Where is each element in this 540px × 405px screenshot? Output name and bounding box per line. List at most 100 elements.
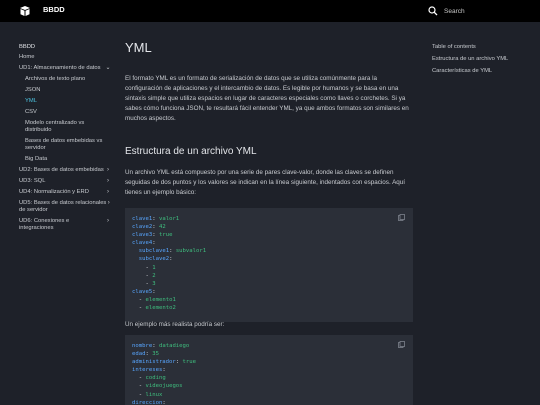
code-value: elemento1	[145, 296, 176, 303]
code-key: clave3	[132, 232, 153, 239]
code-value: coding	[145, 375, 166, 382]
sidebar-list: Home UD1: Almacenamiento de datos ⌄ Archivo…	[19, 54, 111, 236]
code-value: datadiego	[158, 343, 190, 349]
code-sep: :	[152, 224, 159, 231]
sidebar-item[interactable]: UD5: Bases de datos relacionales de serv…	[19, 200, 111, 214]
code-sep: :	[152, 240, 156, 247]
code-sep: :	[175, 359, 183, 366]
code-line: - linux	[132, 391, 413, 399]
sidebar-item[interactable]: UD3: SQL ›	[19, 178, 111, 185]
sidebar-item[interactable]: YML	[19, 98, 111, 105]
top-header: BBDD	[0, 0, 540, 22]
chevron-right-icon[interactable]: ›	[107, 200, 111, 207]
sidebar-item-label: Big Data	[25, 156, 48, 162]
toc-title: Table of contents	[432, 44, 476, 50]
code-key: -	[138, 391, 146, 398]
code-line: intereses:	[132, 366, 413, 374]
code-line: - videojuegos	[132, 382, 413, 390]
code-line: - elemento1	[132, 296, 413, 304]
code-line: clave1: valor1	[132, 215, 413, 223]
code-key: administrador	[132, 359, 176, 366]
code-line: edad: 35	[132, 350, 413, 358]
main-content: YML El formato YML es un formato de seri…	[115, 22, 420, 405]
sidebar-item-label: Home	[19, 54, 35, 60]
sidebar-item[interactable]: Bases de datos embebidas vs servidor	[19, 138, 111, 152]
code-value: elemento2	[145, 305, 176, 312]
example-intro: Un ejemplo más realista podría ser:	[125, 321, 225, 328]
code-key: nombre	[132, 343, 153, 349]
sidebar-item[interactable]: Big Data	[19, 156, 111, 163]
sidebar-item-label: UD3: SQL	[19, 178, 46, 184]
code-block-basic: clave1: valor1 clave2: 42 clave3: true clav…	[125, 208, 413, 322]
sidebar-item[interactable]: UD4: Normalización y ERD ›	[19, 189, 111, 196]
sidebar-title[interactable]: BBDD	[19, 44, 35, 50]
code-sep: :	[162, 399, 166, 405]
code-line: clave4:	[132, 239, 413, 247]
copy-icon[interactable]	[398, 214, 405, 221]
code-sep: :	[152, 343, 159, 349]
copy-icon[interactable]	[398, 341, 405, 348]
code-key: -	[138, 296, 146, 303]
search-input[interactable]	[444, 5, 524, 17]
book-logo-icon[interactable]	[19, 5, 31, 17]
sidebar-item-label: Archivos de texto plano	[25, 76, 86, 82]
sidebar-item-label: CSV	[25, 109, 37, 115]
sidebar-item[interactable]: CSV	[19, 109, 111, 116]
code-line: administrador: true	[132, 358, 413, 366]
sidebar-item-label: Modelo centralizado vs distribuido	[25, 120, 85, 133]
code-key: clave5	[132, 288, 153, 295]
intro-paragraph: El formato YML es un formato de serializ…	[125, 75, 409, 122]
code-value: 3	[152, 280, 156, 287]
code-key: clave1	[132, 216, 153, 222]
sidebar-item-label: UD1: Almacenamiento de datos	[19, 65, 101, 71]
code-value: 42	[158, 224, 166, 231]
table-of-contents: Table of contents Estructura de un archi…	[432, 44, 532, 80]
code-line: - 1	[132, 264, 413, 272]
sidebar-item[interactable]: Modelo centralizado vs distribuido	[19, 120, 111, 134]
code-value: linux	[145, 391, 163, 398]
chevron-right-icon[interactable]: ›	[105, 167, 111, 174]
code-key: direccion	[132, 399, 163, 405]
toc-item[interactable]: Características de YML	[432, 68, 532, 75]
code-key: intereses	[132, 367, 163, 374]
section-paragraph: Un archivo YML está compuesto por una se…	[125, 169, 406, 196]
code-sep: :	[152, 216, 159, 222]
code-line: nombre: datadiego	[132, 342, 413, 350]
sidebar-item[interactable]: UD6: Conexiones e integraciones ›	[19, 218, 111, 232]
sidebar-item-label: UD6: Conexiones e integraciones	[19, 218, 70, 231]
sidebar-item-label: Bases de datos embebidas vs servidor	[25, 138, 103, 151]
code-sep: :	[169, 256, 173, 263]
sidebar-item[interactable]: UD1: Almacenamiento de datos ⌄	[19, 65, 111, 72]
code-line: - 3	[132, 280, 413, 288]
page-title: YML	[125, 40, 152, 55]
code-value: subvalor1	[175, 248, 207, 255]
chevron-right-icon[interactable]: ›	[105, 178, 111, 185]
search-bar[interactable]	[428, 4, 528, 18]
chevron-down-icon[interactable]: ⌄	[105, 65, 111, 72]
toc-item[interactable]: Estructura de un archivo YML	[432, 56, 532, 63]
code-key: clave4	[132, 240, 153, 247]
code-line: subclave1: subvalor1	[132, 247, 413, 255]
code-sep: :	[169, 248, 176, 255]
chevron-right-icon[interactable]: ›	[105, 218, 111, 225]
code-key: -	[138, 375, 146, 382]
sidebar-nav: BBDD Home UD1: Almacenamiento de datos ⌄ Ar…	[0, 22, 115, 405]
site-title[interactable]: BBDD	[43, 5, 65, 14]
code-key: clave2	[132, 224, 153, 231]
chevron-right-icon[interactable]: ›	[105, 189, 111, 196]
sidebar-item-label: UD2: Bases de datos embebidas	[19, 167, 104, 173]
sidebar-item[interactable]: Archivos de texto plano	[19, 76, 111, 83]
code-block-realistic: nombre: datadiego edad: 35 administrador: …	[125, 335, 413, 405]
sidebar-item[interactable]: JSON	[19, 87, 111, 94]
code-value: valor1	[158, 216, 180, 222]
sidebar-item[interactable]: UD2: Bases de datos embebidas ›	[19, 167, 111, 174]
sidebar-item[interactable]: Home	[19, 54, 111, 61]
code-key: subclave1	[138, 248, 170, 255]
